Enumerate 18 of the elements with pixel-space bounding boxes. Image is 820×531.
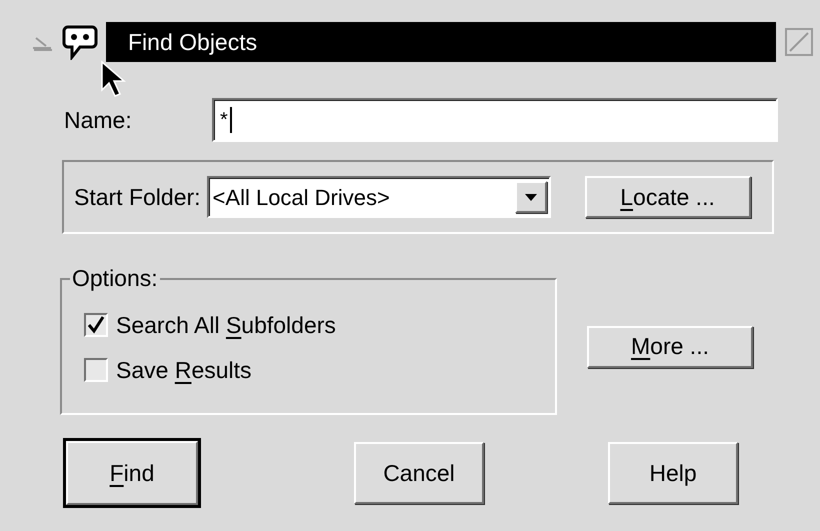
checkbox-label: Search All Subfolders [116,311,336,340]
find-button[interactable]: Find [66,441,198,505]
mouse-pointer-icon [100,60,126,98]
checkbox[interactable] [84,313,108,338]
start-folder-dropdown[interactable]: <All Local Drives> [206,176,551,218]
start-folder-label: Start Folder: [74,182,201,212]
window-title: Find Objects [128,28,258,57]
locate-button[interactable]: Locate ... [584,176,751,218]
name-label: Name: [64,106,133,135]
name-field[interactable]: * [212,98,778,142]
cancel-button[interactable]: Cancel [354,442,484,504]
checkmark-icon [87,316,105,334]
checkbox-label: Save Results [116,356,252,384]
dropdown-arrow-icon [524,194,537,200]
more-button[interactable]: More ... [587,326,753,368]
checkbox[interactable] [84,358,108,382]
speech-bubble-icon[interactable] [62,24,98,60]
help-button[interactable]: Help [608,442,738,504]
